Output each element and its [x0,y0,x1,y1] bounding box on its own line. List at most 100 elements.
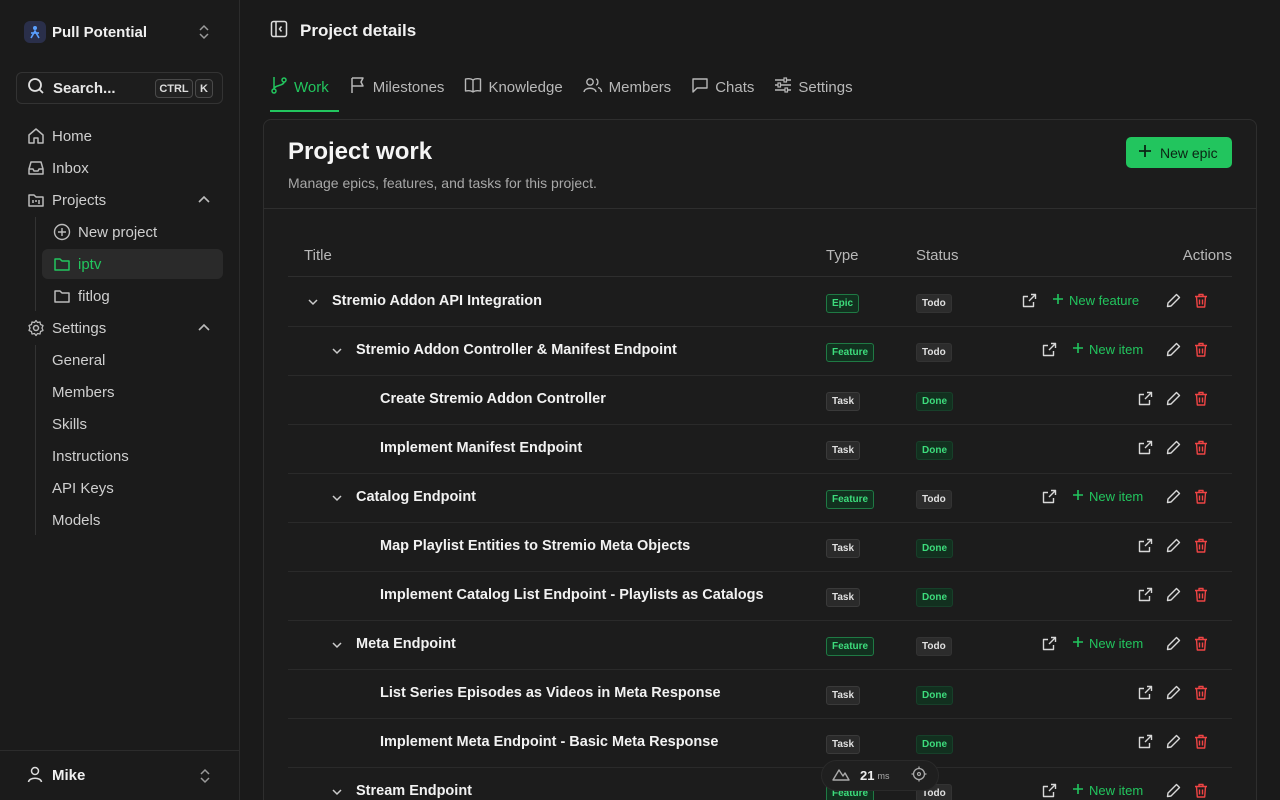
add-child-button[interactable]: New item [1072,489,1143,504]
row-title[interactable]: Implement Meta Endpoint - Basic Meta Res… [380,734,718,750]
edit-icon[interactable] [1166,685,1181,700]
delete-icon[interactable] [1194,538,1208,553]
table-row[interactable]: Create Stremio Addon Controller Task Done [288,376,1232,425]
external-link-icon[interactable] [1138,538,1153,553]
row-title[interactable]: Catalog Endpoint [356,489,476,505]
edit-icon[interactable] [1166,538,1181,553]
delete-icon[interactable] [1194,342,1208,357]
tab-settings[interactable]: Settings [764,62,862,112]
chevron-down-icon[interactable] [331,638,343,655]
add-child-label: New item [1089,636,1144,651]
perf-indicator[interactable]: 21 ms [821,760,939,791]
add-child-button[interactable]: New item [1072,342,1143,357]
external-link-icon[interactable] [1042,783,1057,798]
sidebar-item-settings-instructions[interactable]: Instructions [42,441,129,471]
row-title[interactable]: Map Playlist Entities to Stremio Meta Ob… [380,538,690,554]
table-row[interactable]: Implement Meta Endpoint - Basic Meta Res… [288,719,1232,768]
row-title[interactable]: Implement Manifest Endpoint [380,440,582,456]
row-title[interactable]: Stremio Addon Controller & Manifest Endp… [356,342,677,358]
add-child-button[interactable]: New feature [1052,293,1139,308]
edit-icon[interactable] [1166,293,1181,308]
card-header: Project work Manage epics, features, and… [264,120,1256,209]
tab-knowledge[interactable]: Knowledge [454,62,572,112]
add-child-button[interactable]: New item [1072,636,1143,651]
workspace-switcher[interactable]: Pull Potential [16,14,224,50]
external-link-icon[interactable] [1138,391,1153,406]
external-link-icon[interactable] [1022,293,1037,308]
tab-members[interactable]: Members [573,62,682,112]
table-row[interactable]: Stremio Addon Controller & Manifest Endp… [288,327,1232,376]
row-title[interactable]: Stremio Addon API Integration [332,293,542,309]
table-row[interactable]: Stremio Addon API Integration Epic Todo New… [288,278,1232,327]
add-child-button[interactable]: New item [1072,783,1143,798]
row-title[interactable]: Meta Endpoint [356,636,456,652]
tab-chats[interactable]: Chats [681,62,764,112]
tree-line [35,217,36,311]
status-badge: Done [916,588,953,607]
delete-icon[interactable] [1194,783,1208,798]
edit-icon[interactable] [1166,440,1181,455]
external-link-icon[interactable] [1138,685,1153,700]
edit-icon[interactable] [1166,636,1181,651]
crosshair-icon[interactable] [911,766,927,786]
chevron-down-icon[interactable] [331,785,343,800]
delete-icon[interactable] [1194,685,1208,700]
external-link-icon[interactable] [1042,636,1057,651]
search-button[interactable]: Search... CTRL K [16,72,223,104]
row-title[interactable]: Stream Endpoint [356,783,472,799]
external-link-icon[interactable] [1138,440,1153,455]
sidebar-item-project-fitlog[interactable]: fitlog [42,281,223,311]
new-epic-button[interactable]: New epic [1126,137,1232,168]
delete-icon[interactable] [1194,391,1208,406]
sidebar-item-inbox[interactable]: Inbox [16,153,223,183]
edit-icon[interactable] [1166,342,1181,357]
user-menu[interactable]: Mike [0,750,239,800]
external-link-icon[interactable] [1138,734,1153,749]
chevron-down-icon[interactable] [331,344,343,361]
chevron-down-icon[interactable] [307,295,319,312]
edit-icon[interactable] [1166,783,1181,798]
card-title: Project work [288,138,433,165]
chevron-down-icon[interactable] [331,491,343,508]
table-row[interactable]: Meta Endpoint Feature Todo New item [288,621,1232,670]
sidebar-item-home[interactable]: Home [16,121,223,151]
delete-icon[interactable] [1194,489,1208,504]
perf-unit: ms [877,770,890,781]
row-title[interactable]: List Series Episodes as Videos in Meta R… [380,685,721,701]
table-row[interactable]: Implement Catalog List Endpoint - Playli… [288,572,1232,621]
table-row[interactable]: List Series Episodes as Videos in Meta R… [288,670,1232,719]
sidebar-item-settings-models[interactable]: Models [42,505,100,535]
sidebar-item-new-project[interactable]: New project [42,217,223,247]
delete-icon[interactable] [1194,734,1208,749]
delete-icon[interactable] [1194,636,1208,651]
table-row[interactable]: Map Playlist Entities to Stremio Meta Ob… [288,523,1232,572]
row-title[interactable]: Implement Catalog List Endpoint - Playli… [380,587,764,603]
delete-icon[interactable] [1194,440,1208,455]
edit-icon[interactable] [1166,734,1181,749]
chevron-up-icon[interactable] [197,193,211,211]
delete-icon[interactable] [1194,587,1208,602]
edit-icon[interactable] [1166,391,1181,406]
sidebar-item-settings-members[interactable]: Members [42,377,115,407]
tab-work[interactable]: Work [260,62,339,112]
table-row[interactable]: Stream Endpoint Feature Todo New item [288,768,1232,800]
sidebar-toggle-icon[interactable] [270,20,288,42]
table-row[interactable]: Implement Manifest Endpoint Task Done [288,425,1232,474]
table-row[interactable]: Catalog Endpoint Feature Todo New item [288,474,1232,523]
sidebar-item-settings-general[interactable]: General [42,345,105,375]
external-link-icon[interactable] [1042,489,1057,504]
chevron-up-icon[interactable] [197,321,211,339]
delete-icon[interactable] [1194,293,1208,308]
external-link-icon[interactable] [1138,587,1153,602]
sidebar-item-projects[interactable]: Projects [16,185,223,215]
sidebar-item-project-iptv[interactable]: iptv [42,249,223,279]
edit-icon[interactable] [1166,489,1181,504]
external-link-icon[interactable] [1042,342,1057,357]
sidebar-item-settings-skills[interactable]: Skills [42,409,87,439]
row-title[interactable]: Create Stremio Addon Controller [380,391,606,407]
edit-icon[interactable] [1166,587,1181,602]
sidebar-item-settings-api-keys[interactable]: API Keys [42,473,114,503]
tab-milestones[interactable]: Milestones [339,62,455,112]
search-label: Search... [53,79,116,97]
sidebar-item-settings[interactable]: Settings [16,313,223,343]
